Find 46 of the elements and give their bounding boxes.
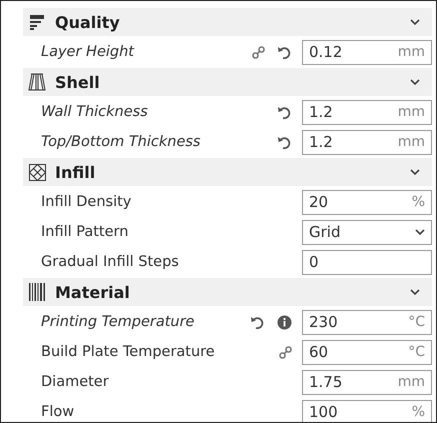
number-field[interactable]: 0 bbox=[302, 250, 432, 274]
info-icon[interactable] bbox=[277, 314, 292, 330]
number-field[interactable]: 1.75 mm bbox=[302, 370, 432, 394]
reset-icon[interactable] bbox=[277, 44, 292, 60]
setting-label: Diameter bbox=[41, 374, 110, 390]
section-title: Quality bbox=[55, 12, 121, 32]
section-header[interactable]: Material bbox=[23, 278, 432, 306]
unit-label: % bbox=[412, 194, 425, 210]
number-field[interactable]: 1.2 mm bbox=[302, 130, 432, 154]
number-field[interactable]: 1.2 mm bbox=[302, 100, 432, 124]
section-title: Infill bbox=[55, 162, 96, 182]
section-title: Material bbox=[55, 282, 131, 302]
setting-label: Top/Bottom Thickness bbox=[41, 134, 202, 150]
unit-label: mm bbox=[398, 104, 425, 120]
number-field[interactable]: 0.12 mm bbox=[302, 40, 432, 64]
reset-icon[interactable] bbox=[277, 134, 292, 150]
setting-label: Layer Height bbox=[41, 44, 136, 60]
reset-icon[interactable] bbox=[250, 314, 265, 330]
unit-label: mm bbox=[398, 374, 425, 390]
setting-label: Infill Density bbox=[41, 194, 132, 210]
reset-icon[interactable] bbox=[277, 104, 292, 120]
unit-label: °C bbox=[408, 314, 425, 330]
unit-label: % bbox=[412, 404, 425, 420]
setting-label: Infill Pattern bbox=[41, 224, 130, 240]
number-field[interactable]: 230 °C bbox=[302, 310, 432, 334]
unit-label: °C bbox=[408, 344, 425, 360]
bars-icon bbox=[29, 283, 45, 301]
number-field[interactable]: 60 °C bbox=[302, 340, 432, 364]
chevron-icon bbox=[415, 228, 425, 236]
tower-icon bbox=[28, 73, 46, 91]
setting-label: Printing Temperature bbox=[41, 314, 196, 330]
setting-label: Wall Thickness bbox=[41, 104, 149, 120]
setting-label: Flow bbox=[41, 404, 76, 420]
section-header[interactable]: Shell bbox=[23, 68, 432, 96]
section-header[interactable]: Quality bbox=[23, 8, 432, 36]
unit-label: mm bbox=[398, 44, 425, 60]
section-header[interactable]: Infill bbox=[23, 158, 432, 186]
dropdown[interactable]: Grid bbox=[302, 220, 432, 244]
setting-label: Build Plate Temperature bbox=[41, 344, 216, 360]
setting-label: Gradual Infill Steps bbox=[41, 254, 180, 270]
crosshatch-icon bbox=[28, 164, 46, 180]
unit-label: mm bbox=[398, 134, 425, 150]
number-field[interactable]: 20 % bbox=[302, 190, 432, 214]
number-field[interactable]: 100 % bbox=[302, 400, 432, 422]
section-title: Shell bbox=[55, 72, 101, 92]
lines-icon bbox=[29, 14, 45, 30]
